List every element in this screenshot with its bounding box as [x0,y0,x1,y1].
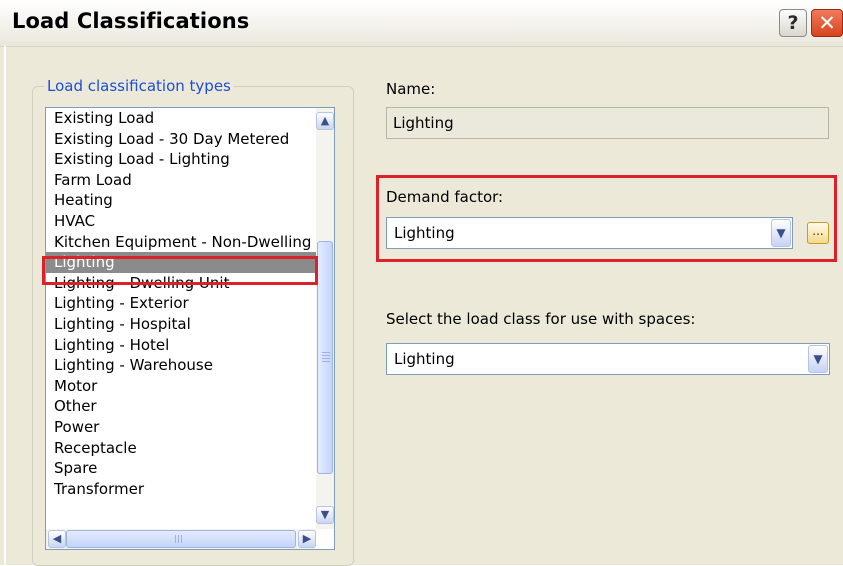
ellipsis-icon: ... [812,224,824,238]
list-item[interactable]: HVAC [46,211,316,232]
space-load-class-dropdown-button[interactable]: ▼ [808,345,828,373]
chevron-down-icon: ▼ [813,352,823,366]
list-items: Existing Load Existing Load - 30 Day Mete… [46,108,316,499]
list-item[interactable]: Existing Load - 30 Day Metered [46,129,316,150]
title-bar: Load Classifications ? ✕ [0,0,843,47]
demand-factor-browse-button[interactable]: ... [807,222,829,244]
list-item[interactable]: Power [46,417,316,438]
selected-item-highlight [42,256,318,285]
scroll-up-button[interactable]: ▲ [316,112,334,130]
list-item[interactable]: Receptacle [46,438,316,459]
scroll-left-button[interactable]: ◀ [48,530,66,548]
list-item[interactable]: Lighting - Hospital [46,314,316,335]
list-item[interactable]: Lighting - Warehouse [46,355,316,376]
list-item[interactable]: Existing Load [46,108,316,129]
vertical-scrollbar[interactable]: ▲ ▼ [316,108,334,529]
list-item[interactable]: Spare [46,458,316,479]
dialog-left-edge [4,46,6,565]
space-load-class-label: Select the load class for use with space… [386,310,696,328]
list-item[interactable]: Kitchen Equipment - Non-Dwelling [46,232,316,253]
chevron-left-icon: ◀ [52,532,62,545]
chevron-down-icon: ▼ [776,226,786,240]
space-load-class-select[interactable]: Lighting ▼ [386,343,830,375]
list-item[interactable]: Transformer [46,479,316,500]
name-label: Name: [386,80,436,98]
scroll-right-button[interactable]: ▶ [298,530,316,548]
help-button[interactable]: ? [779,9,807,37]
scroll-down-button[interactable]: ▼ [316,506,334,524]
list-item[interactable]: Existing Load - Lighting [46,149,316,170]
horizontal-scrollbar[interactable]: ◀ ▶ [46,529,316,549]
demand-factor-select[interactable]: Lighting ▼ [386,217,793,249]
list-item[interactable]: Lighting - Hotel [46,335,316,356]
list-item[interactable]: Motor [46,376,316,397]
close-button[interactable]: ✕ [811,9,843,37]
thumb-grip-line [178,535,179,543]
thumb-grip-line [322,358,330,359]
chevron-up-icon: ▲ [320,114,330,127]
demand-factor-value: Lighting [394,224,455,242]
list-item[interactable]: Farm Load [46,170,316,191]
load-classifications-dialog: Load Classifications ? ✕ Load classifica… [0,0,843,566]
load-classification-list[interactable]: Existing Load Existing Load - 30 Day Mete… [45,107,335,550]
chevron-down-icon: ▼ [320,508,330,521]
thumb-grip-line [181,535,182,543]
horizontal-scroll-thumb[interactable] [66,530,296,548]
thumb-grip-line [322,355,330,356]
list-item[interactable]: Heating [46,190,316,211]
demand-factor-label: Demand factor: [386,188,504,206]
chevron-right-icon: ▶ [302,532,312,545]
list-item[interactable]: Lighting - Exterior [46,293,316,314]
vertical-scroll-thumb[interactable] [317,241,333,474]
thumb-grip-line [322,361,330,362]
group-label: Load classification types [44,77,234,95]
list-item[interactable]: Other [46,396,316,417]
thumb-grip-line [175,535,176,543]
dialog-title: Load Classifications [12,9,250,33]
thumb-grip-line [322,352,330,353]
name-field[interactable]: Lighting [386,107,829,139]
space-load-class-value: Lighting [394,350,455,368]
demand-factor-dropdown-button[interactable]: ▼ [771,219,791,247]
